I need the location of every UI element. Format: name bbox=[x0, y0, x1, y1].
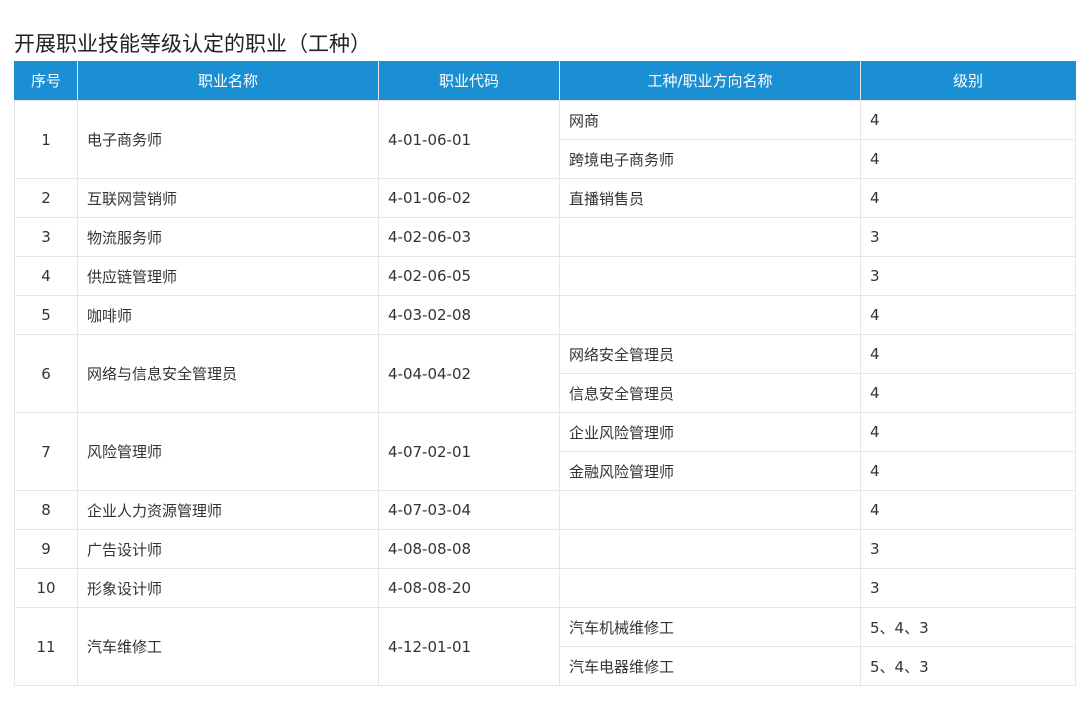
occupation-name-cell: 物流服务师 bbox=[77, 217, 379, 257]
serial-number-cell: 2 bbox=[14, 178, 78, 218]
table-row: 7 风险管理师 4-07-02-01 企业风险管理师 4 bbox=[14, 412, 1076, 491]
job-direction-cell: 跨境电子商务师 bbox=[559, 139, 861, 179]
table-row: 3 物流服务师 4-02-06-03 3 bbox=[14, 217, 1076, 257]
level-cell: 4 bbox=[860, 412, 1076, 452]
job-direction-cell: 企业风险管理师 bbox=[559, 412, 861, 452]
occupation-name-cell: 汽车维修工 bbox=[77, 607, 379, 686]
table-row: 8 企业人力资源管理师 4-07-03-04 4 bbox=[14, 490, 1076, 530]
occupation-code-cell: 4-01-06-02 bbox=[378, 178, 560, 218]
page-title: 开展职业技能等级认定的职业（工种） bbox=[14, 32, 371, 57]
serial-number-cell: 5 bbox=[14, 295, 78, 335]
page: 开展职业技能等级认定的职业（工种） 序号 职业名称 职业代码 工种/职业方向名称… bbox=[0, 0, 1090, 701]
occupation-name-cell: 电子商务师 bbox=[77, 100, 379, 179]
occupation-code-cell: 4-07-03-04 bbox=[378, 490, 560, 530]
table-row: 6 网络与信息安全管理员 4-04-04-02 网络安全管理员 4 bbox=[14, 334, 1076, 413]
occupation-name-cell: 风险管理师 bbox=[77, 412, 379, 491]
table-row: 5 咖啡师 4-03-02-08 4 bbox=[14, 295, 1076, 335]
header-row: 序号 职业名称 职业代码 工种/职业方向名称 级别 bbox=[14, 61, 1076, 101]
occupation-name-cell: 企业人力资源管理师 bbox=[77, 490, 379, 530]
table-row: 4 供应链管理师 4-02-06-05 3 bbox=[14, 256, 1076, 296]
serial-number-cell: 8 bbox=[14, 490, 78, 530]
table-row: 2 互联网营销师 4-01-06-02 直播销售员 4 bbox=[14, 178, 1076, 218]
level-cell: 5、4、3 bbox=[860, 607, 1076, 647]
header-occupation-name: 职业名称 bbox=[77, 61, 379, 101]
header-occupation-code: 职业代码 bbox=[378, 61, 560, 101]
job-direction-cell bbox=[559, 217, 861, 257]
job-direction-cell bbox=[559, 490, 861, 530]
header-job-direction: 工种/职业方向名称 bbox=[559, 61, 861, 101]
serial-number-cell: 10 bbox=[14, 568, 78, 608]
level-cell: 4 bbox=[860, 334, 1076, 374]
occupation-name-cell: 互联网营销师 bbox=[77, 178, 379, 218]
level-cell: 4 bbox=[860, 295, 1076, 335]
serial-number-cell: 9 bbox=[14, 529, 78, 569]
level-cell: 3 bbox=[860, 568, 1076, 608]
occupation-name-cell: 咖啡师 bbox=[77, 295, 379, 335]
occupation-code-cell: 4-02-06-05 bbox=[378, 256, 560, 296]
level-cell: 3 bbox=[860, 256, 1076, 296]
occupation-name-cell: 供应链管理师 bbox=[77, 256, 379, 296]
table-row: 1 电子商务师 4-01-06-01 网商 4 bbox=[14, 100, 1076, 179]
job-direction-cell: 网络安全管理员 bbox=[559, 334, 861, 374]
occupation-code-cell: 4-07-02-01 bbox=[378, 412, 560, 491]
level-cell: 3 bbox=[860, 529, 1076, 569]
serial-number-cell: 3 bbox=[14, 217, 78, 257]
occupation-name-cell: 形象设计师 bbox=[77, 568, 379, 608]
level-cell: 4 bbox=[860, 373, 1076, 413]
job-direction-cell: 汽车机械维修工 bbox=[559, 607, 861, 647]
level-cell: 4 bbox=[860, 139, 1076, 179]
level-cell: 3 bbox=[860, 217, 1076, 257]
header-level: 级别 bbox=[860, 61, 1076, 101]
table-row: 9 广告设计师 4-08-08-08 3 bbox=[14, 529, 1076, 569]
job-direction-cell bbox=[559, 256, 861, 296]
level-cell: 4 bbox=[860, 490, 1076, 530]
serial-number-cell: 11 bbox=[14, 607, 78, 686]
occupation-name-cell: 网络与信息安全管理员 bbox=[77, 334, 379, 413]
table-row: 11 汽车维修工 4-12-01-01 汽车机械维修工 5、4、3 bbox=[14, 607, 1076, 686]
occupation-code-cell: 4-02-06-03 bbox=[378, 217, 560, 257]
level-cell: 5、4、3 bbox=[860, 646, 1076, 686]
table-row: 10 形象设计师 4-08-08-20 3 bbox=[14, 568, 1076, 608]
job-direction-cell: 汽车电器维修工 bbox=[559, 646, 861, 686]
level-cell: 4 bbox=[860, 451, 1076, 491]
level-cell: 4 bbox=[860, 100, 1076, 140]
job-direction-cell bbox=[559, 529, 861, 569]
job-direction-cell: 直播销售员 bbox=[559, 178, 861, 218]
serial-number-cell: 1 bbox=[14, 100, 78, 179]
occupation-code-cell: 4-08-08-08 bbox=[378, 529, 560, 569]
occupation-name-cell: 广告设计师 bbox=[77, 529, 379, 569]
occupation-table: 序号 职业名称 职业代码 工种/职业方向名称 级别 1 电子商务师 4-01-06-… bbox=[14, 61, 1076, 686]
job-direction-cell: 金融风险管理师 bbox=[559, 451, 861, 491]
job-direction-cell bbox=[559, 568, 861, 608]
job-direction-cell bbox=[559, 295, 861, 335]
header-serial-number: 序号 bbox=[14, 61, 78, 101]
occupation-code-cell: 4-01-06-01 bbox=[378, 100, 560, 179]
serial-number-cell: 4 bbox=[14, 256, 78, 296]
table-body: 1 电子商务师 4-01-06-01 网商 4 跨境电子商务师 4 2 互联网营销师 4-01-0… bbox=[14, 100, 1076, 686]
occupation-code-cell: 4-03-02-08 bbox=[378, 295, 560, 335]
serial-number-cell: 7 bbox=[14, 412, 78, 491]
level-cell: 4 bbox=[860, 178, 1076, 218]
job-direction-cell: 网商 bbox=[559, 100, 861, 140]
serial-number-cell: 6 bbox=[14, 334, 78, 413]
occupation-code-cell: 4-12-01-01 bbox=[378, 607, 560, 686]
job-direction-cell: 信息安全管理员 bbox=[559, 373, 861, 413]
table-header: 序号 职业名称 职业代码 工种/职业方向名称 级别 bbox=[14, 61, 1076, 101]
occupation-code-cell: 4-08-08-20 bbox=[378, 568, 560, 608]
occupation-code-cell: 4-04-04-02 bbox=[378, 334, 560, 413]
